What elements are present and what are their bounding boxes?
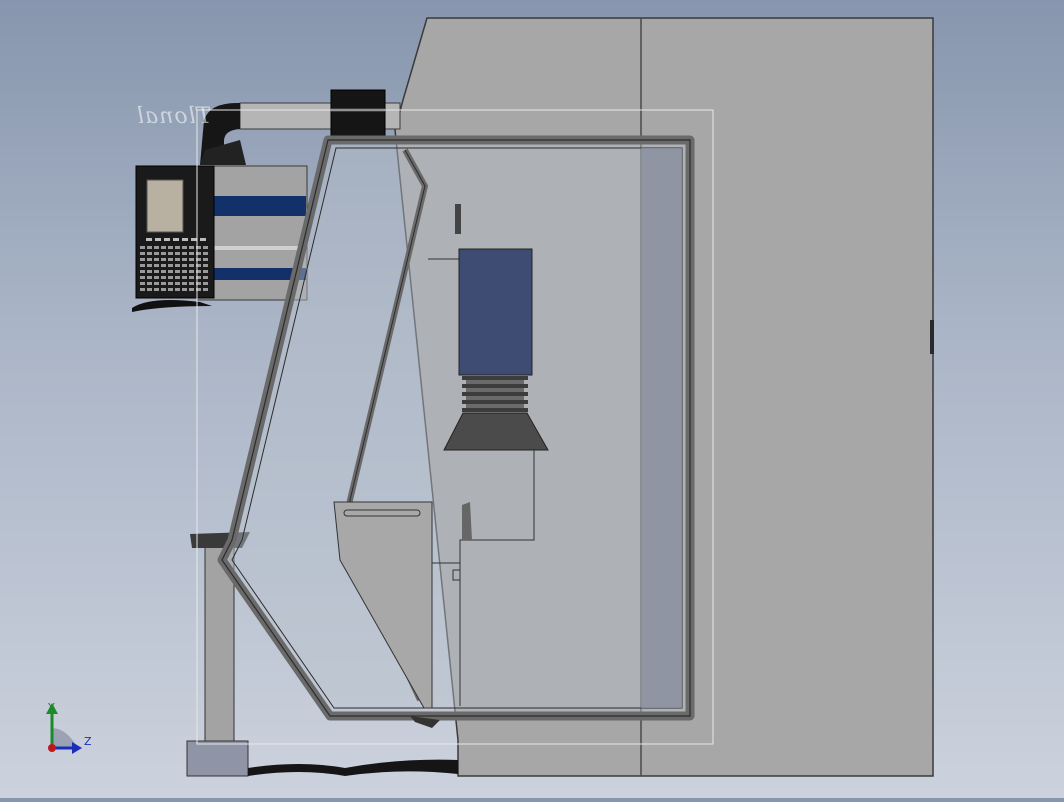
keypad-key — [182, 282, 187, 285]
triad-y-label: Y — [47, 701, 55, 714]
bellows-rib — [466, 388, 524, 392]
keypad-key — [140, 258, 145, 261]
keypad-key — [140, 264, 145, 267]
spindle-bellows — [462, 376, 528, 412]
keypad-key — [161, 288, 166, 291]
keypad-key — [182, 246, 187, 249]
keypad-key — [175, 264, 180, 267]
keypad-key — [191, 238, 197, 241]
bellows-rib — [462, 400, 528, 404]
keypad-key — [189, 252, 194, 255]
keypad-key — [175, 252, 180, 255]
keypad-key — [189, 258, 194, 261]
keypad-key — [161, 264, 166, 267]
keypad-key — [154, 288, 159, 291]
keypad-key — [154, 276, 159, 279]
keypad-key — [155, 238, 161, 241]
keypad-key — [182, 288, 187, 291]
keypad-key — [203, 252, 208, 255]
keypad-key — [140, 276, 145, 279]
keypad-key — [168, 246, 173, 249]
keypad-key — [168, 252, 173, 255]
keypad-key — [154, 264, 159, 267]
keypad-key — [154, 258, 159, 261]
keypad-key — [147, 252, 152, 255]
keypad-key — [161, 270, 166, 273]
keypad-key — [140, 246, 145, 249]
keypad-key — [175, 270, 180, 273]
keypad-key — [168, 270, 173, 273]
keypad-key — [140, 282, 145, 285]
cad-graphics-viewport[interactable]: Y Z Tlonal — [0, 0, 1064, 798]
keypad-key — [182, 276, 187, 279]
keypad-key — [161, 246, 166, 249]
keypad-key — [168, 264, 173, 267]
bellows-rib — [466, 380, 524, 384]
keypad-key — [175, 258, 180, 261]
keypad-key — [154, 246, 159, 249]
keypad-key — [161, 252, 166, 255]
keypad-key — [147, 264, 152, 267]
keypad-key — [203, 276, 208, 279]
keypad-key — [189, 288, 194, 291]
keypad-key — [203, 258, 208, 261]
keypad-key — [175, 246, 180, 249]
keypad-key — [168, 288, 173, 291]
keypad-key — [154, 270, 159, 273]
keypad-key — [189, 276, 194, 279]
keypad-key — [168, 258, 173, 261]
keypad-key — [203, 282, 208, 285]
keypad-key — [182, 264, 187, 267]
control-panel — [132, 165, 308, 312]
keypad-key — [203, 270, 208, 273]
keypad-key — [147, 246, 152, 249]
keypad-key — [147, 276, 152, 279]
keypad-key — [147, 258, 152, 261]
keypad-key — [189, 282, 194, 285]
triad-z-label: Z — [84, 735, 92, 748]
keypad-key — [168, 276, 173, 279]
coordinate-triad: Y Z — [46, 701, 92, 754]
keypad-key — [154, 252, 159, 255]
mirrored-watermark-text: Tlonal — [136, 104, 212, 129]
keypad-key — [182, 270, 187, 273]
keypad-key — [154, 282, 159, 285]
keypad-key — [175, 282, 180, 285]
keypad-key — [161, 282, 166, 285]
keypad-key — [189, 264, 194, 267]
keypad-key — [147, 282, 152, 285]
keypad-key — [200, 238, 206, 241]
keypad-key — [161, 258, 166, 261]
keypad-key — [203, 264, 208, 267]
bellows-rib — [466, 396, 524, 400]
keypad-key — [146, 238, 152, 241]
keypad-key — [203, 288, 208, 291]
keypad-key — [161, 276, 166, 279]
keypad-key — [189, 270, 194, 273]
keypad-key — [182, 258, 187, 261]
keypad-key — [147, 288, 152, 291]
bellows-rib — [462, 376, 528, 380]
keypad-key — [173, 238, 179, 241]
keypad-key — [164, 238, 170, 241]
keypad-key — [175, 288, 180, 291]
keypad-key — [182, 252, 187, 255]
keypad-key — [203, 246, 208, 249]
keypad-key — [175, 276, 180, 279]
keypad-key — [140, 252, 145, 255]
keypad-key — [182, 238, 188, 241]
keypad-key — [147, 270, 152, 273]
bellows-rib — [462, 384, 528, 388]
bellows-rib — [462, 408, 528, 412]
keypad-key — [140, 270, 145, 273]
keypad-key — [168, 282, 173, 285]
bellows-rib — [462, 392, 528, 396]
keypad-key — [140, 288, 145, 291]
bellows-rib — [466, 404, 524, 408]
keypad-key — [189, 246, 194, 249]
